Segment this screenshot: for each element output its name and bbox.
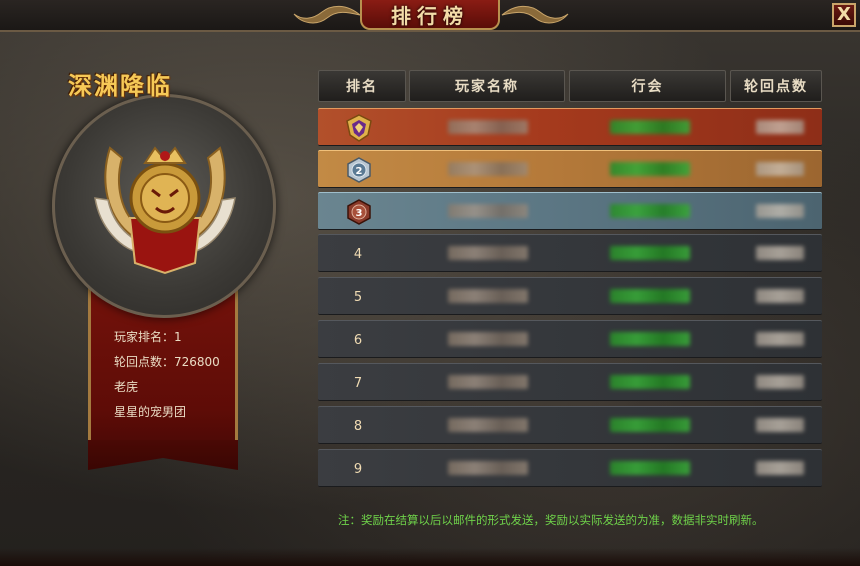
table-row[interactable]: 7 [318, 363, 822, 401]
obscured-points [756, 461, 804, 475]
obscured-name [448, 375, 528, 389]
obscured-points [756, 162, 804, 176]
obscured-name [448, 204, 528, 218]
player-name: 老庑 [114, 380, 139, 394]
obscured-guild [610, 418, 690, 432]
table-row[interactable]: 9 [318, 449, 822, 487]
rank-number: 6 [353, 332, 363, 348]
player-banner-tail [88, 440, 238, 470]
obscured-points [756, 418, 804, 432]
rank-number: 5 [353, 289, 363, 305]
obscured-guild [610, 461, 690, 475]
close-icon: X [837, 4, 851, 25]
rank-emblem-icon [94, 146, 236, 275]
rank-number: 4 [353, 246, 363, 262]
window-title: 排行榜 [391, 3, 469, 28]
obscured-guild [610, 204, 690, 218]
title-ornament-left-icon [293, 5, 361, 24]
obscured-guild [610, 246, 690, 260]
table-row[interactable]: 3 [318, 192, 822, 230]
svg-text:3: 3 [356, 208, 363, 219]
table-row[interactable]: 2 [318, 150, 822, 188]
header-player-name[interactable]: 玩家名称 [409, 70, 565, 102]
obscured-name [448, 332, 528, 346]
header-rank[interactable]: 排名 [318, 70, 406, 102]
medal-bronze-icon: 3 [347, 199, 371, 225]
player-points-line: 轮回点数：726800 [114, 355, 220, 369]
obscured-points [756, 120, 804, 134]
player-guild: 星星的宠男团 [114, 405, 187, 419]
obscured-points [756, 375, 804, 389]
header-points[interactable]: 轮回点数 [730, 70, 822, 102]
obscured-name [448, 246, 528, 260]
obscured-points [756, 246, 804, 260]
table-row[interactable]: 5 [318, 277, 822, 315]
title-plate: 排行榜 [360, 0, 500, 30]
header-guild[interactable]: 行会 [569, 70, 726, 102]
obscured-guild [610, 289, 690, 303]
rank-number: 7 [353, 375, 363, 391]
reward-note: 注：奖励在结算以后以邮件的形式发送，奖励以实际发送的为准，数据非实时刷新。 [338, 513, 764, 527]
table-header: 排名 玩家名称 行会 轮回点数 [316, 70, 824, 104]
table-row[interactable]: 6 [318, 320, 822, 358]
obscured-points [756, 332, 804, 346]
obscured-points [756, 289, 804, 303]
bottom-edge [0, 548, 860, 566]
medal-silver-icon: 2 [347, 157, 371, 183]
table-row[interactable]: 4 [318, 234, 822, 272]
close-button[interactable]: X [832, 3, 856, 27]
obscured-points [756, 204, 804, 218]
title-ornament-right-icon [501, 5, 569, 24]
obscured-guild [610, 120, 690, 134]
table-row[interactable] [318, 108, 822, 146]
obscured-name [448, 461, 528, 475]
rank-number: 9 [353, 461, 363, 477]
leaderboard-window: 排行榜 X 深渊降临 玩家排名：1 轮回点数：726800 老庑 星星的宠男团 … [0, 0, 860, 566]
player-rank-line: 玩家排名：1 [114, 330, 182, 344]
rank-title: 深渊降临 [68, 71, 172, 100]
obscured-name [448, 418, 528, 432]
obscured-guild [610, 375, 690, 389]
obscured-guild [610, 162, 690, 176]
rank-number: 8 [353, 418, 363, 434]
ranking-table: 排名 玩家名称 行会 轮回点数 2 3 4 5 6 7 8 9 [316, 70, 824, 488]
medal-gold-icon [346, 114, 372, 142]
table-row[interactable]: 8 [318, 406, 822, 444]
obscured-guild [610, 332, 690, 346]
obscured-name [448, 120, 528, 134]
svg-text:2: 2 [356, 166, 363, 177]
obscured-name [448, 162, 528, 176]
obscured-name [448, 289, 528, 303]
